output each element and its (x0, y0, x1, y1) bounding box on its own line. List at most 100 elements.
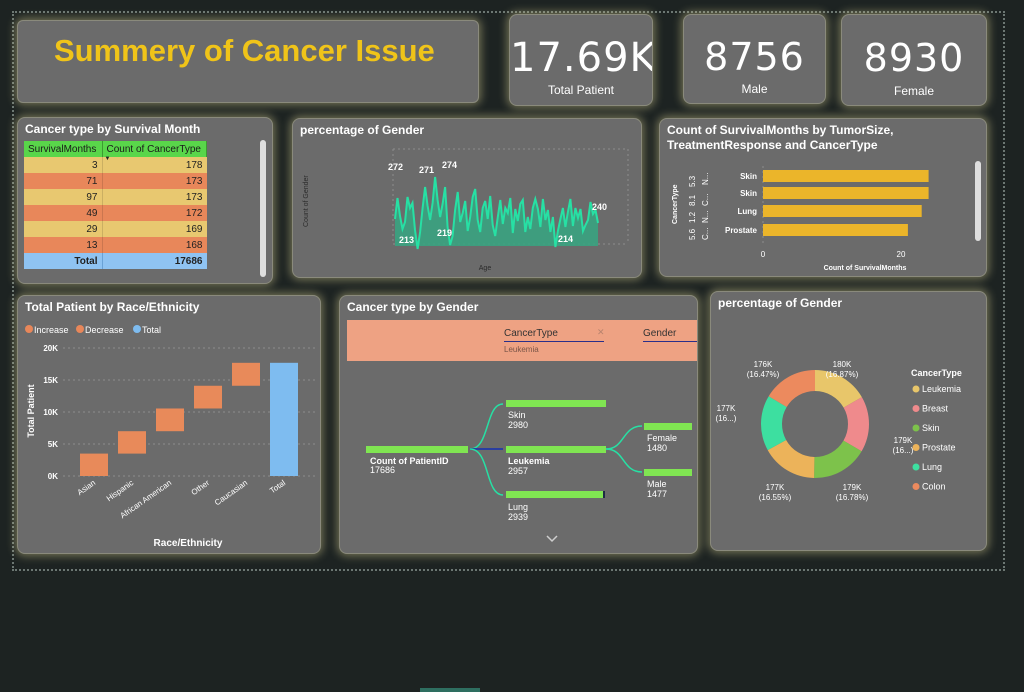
legend-decrease: Decrease (85, 325, 124, 335)
waterfall-bar (118, 431, 146, 454)
cancer-donut-card[interactable]: percentage of Gender CancerType 180K (16.… (710, 291, 987, 551)
kpi-male-label: Male (741, 82, 768, 96)
tumor-bar (763, 170, 929, 182)
legend-dot (912, 444, 920, 451)
gender-area-chart: Count of Gender Age 272 271 274 213 219 … (303, 148, 629, 272)
tree-male-bar[interactable] (644, 469, 692, 476)
tumor-tick-20: 20 (897, 250, 906, 259)
waterfall-category: Caucasian (213, 478, 249, 507)
tumor-tick-0: 0 (761, 250, 766, 259)
survival-table-card[interactable]: Cancer type by Survival Month SurvivalMo… (17, 117, 273, 284)
donut-value-label: 177K (717, 404, 736, 413)
tree-leukemia-value: 2957 (508, 466, 528, 476)
tumor-group-4: C... (701, 228, 710, 240)
area-label-219: 219 (437, 228, 452, 238)
waterfall-bar (194, 385, 222, 409)
kpi-total-patient[interactable]: 17.69K Total Patient (509, 14, 653, 106)
tumor-bar-label: Skin (740, 189, 757, 198)
tree-link-lung (469, 448, 504, 496)
legend-decrease-dot (76, 325, 84, 333)
column-header-survival-months[interactable]: SurvivalMonths (24, 141, 103, 157)
tumor-xlabel: Count of SurvivalMonths (824, 265, 907, 272)
tumor-group-5: N... (701, 211, 710, 223)
kpi-male[interactable]: 8756 Male (683, 14, 826, 104)
waterfall-ytick: 10K (43, 408, 58, 417)
table-scrollbar[interactable] (260, 140, 266, 277)
tumor-bar-label: Lung (737, 207, 757, 216)
tree-link-female (605, 425, 643, 450)
legend-dot (912, 483, 920, 490)
legend-item: Colon (922, 482, 946, 492)
column-header-count[interactable]: Count of CancerType ▼ (102, 141, 207, 162)
kpi-female[interactable]: 8930 Female (841, 14, 987, 106)
tumor-bar (763, 224, 908, 236)
area-label-240: 240 (592, 202, 607, 212)
tree-root-bar[interactable] (366, 446, 468, 453)
tumor-group-2: 8.1 (688, 194, 697, 206)
tree-leukemia-label: Leukemia (508, 456, 551, 466)
tumor-bar-label: Prostate (725, 226, 758, 235)
tumor-chart-card[interactable]: Count of SurvivalMonths by TumorSize, Tr… (659, 118, 987, 277)
cell-survival-months: 49 (24, 205, 103, 221)
table-row[interactable]: 97 173 (24, 189, 207, 205)
tumor-bar-label: Skin (740, 172, 757, 181)
kpi-total-patient-label: Total Patient (547, 83, 615, 97)
tree-lung-label: Lung (508, 502, 528, 512)
gender-tree-card[interactable]: Cancer type by Gender CancerType ✕ Leuke… (339, 295, 698, 554)
legend-increase: Increase (34, 325, 69, 335)
tumor-scrollbar[interactable] (975, 161, 981, 241)
table-row[interactable]: 3 178 (24, 157, 207, 173)
tumor-group-7: N... (701, 173, 710, 185)
tree-female-value: 1480 (647, 443, 667, 453)
waterfall-category: Other (190, 478, 212, 497)
kpi-male-value: 8756 (704, 35, 805, 79)
gender-area-card[interactable]: percentage of Gender Count of Gender Age… (292, 118, 642, 278)
legend-dot (912, 405, 920, 412)
tree-female-label: Female (647, 433, 677, 443)
cell-count: 178 (185, 159, 203, 171)
donut-pct-label: (16.87%) (826, 370, 859, 379)
tree-lung-bar-end (603, 491, 605, 498)
tree-link-male (605, 448, 643, 473)
tumor-group-6: C... (701, 194, 710, 206)
cell-survival-months: 29 (24, 221, 103, 237)
legend-item: Leukemia (922, 384, 961, 394)
tumor-bar-chart: CancerType 5.6 1.2 8.1 5.3 C... N... C..… (672, 166, 929, 272)
cell-count: 169 (185, 223, 203, 235)
donut-value-label: 179K (843, 483, 862, 492)
table-row[interactable]: 49 172 (24, 205, 207, 221)
legend-item: Prostate (922, 443, 956, 453)
donut-pct-label: (16.47%) (747, 370, 780, 379)
donut-legend-title: CancerType (911, 368, 962, 378)
waterfall-category: Total (268, 478, 287, 495)
race-waterfall-card[interactable]: Total Patient by Race/Ethnicity Increase… (17, 295, 321, 554)
legend-item: Breast (922, 404, 949, 414)
kpi-female-value: 8930 (863, 36, 965, 80)
waterfall-ytick: 0K (48, 472, 58, 481)
survival-table: SurvivalMonths Count of CancerType ▼ 3 17… (24, 141, 207, 269)
donut-pct-label: (16...) (893, 446, 914, 455)
table-row[interactable]: 29 169 (24, 221, 207, 237)
table-row[interactable]: 13 168 (24, 237, 207, 253)
table-row[interactable]: 71 173 (24, 173, 207, 189)
chevron-down-icon[interactable] (546, 535, 558, 543)
area-label-214: 214 (558, 234, 573, 244)
cell-count: 172 (185, 207, 203, 219)
cell-survival-months: 71 (24, 173, 103, 189)
tree-leukemia-bar[interactable] (506, 446, 606, 453)
tree-lung-bar[interactable] (506, 491, 605, 498)
area-xlabel: Age (479, 265, 492, 272)
legend-item: Skin (922, 423, 940, 433)
tree-skin-label: Skin (508, 410, 526, 420)
waterfall-category: Asian (76, 478, 98, 497)
kpi-female-label: Female (893, 84, 934, 98)
cell-count: 168 (185, 239, 203, 251)
tree-skin-bar[interactable] (506, 400, 606, 407)
waterfall-ylabel: Total Patient (26, 384, 36, 437)
tree-female-bar[interactable] (644, 423, 692, 430)
waterfall-ytick: 20K (43, 344, 58, 353)
footer-tab-indicator (420, 688, 480, 692)
race-waterfall-chart: Increase Decrease Total Total Patient Ra… (25, 325, 315, 549)
cell-survival-months: 13 (24, 237, 103, 253)
kpi-total-patient-value: 17.69K (510, 35, 653, 81)
